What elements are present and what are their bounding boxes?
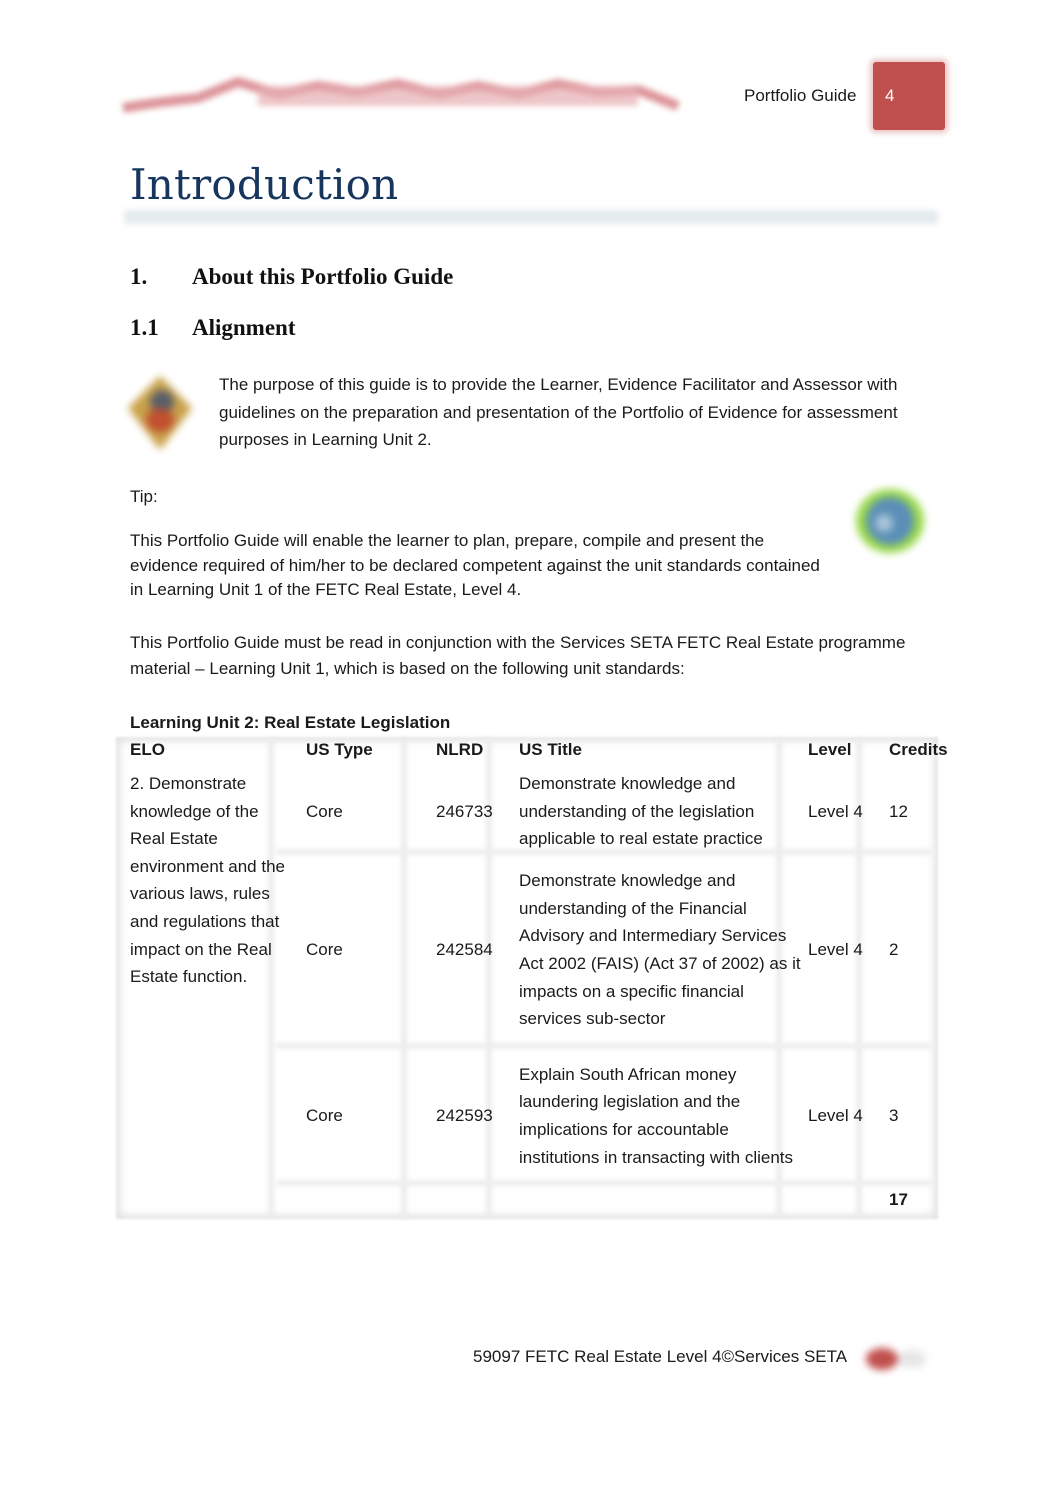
elo-cell: 2. Demonstrate knowledge of the Real Est… bbox=[130, 774, 285, 987]
unit-standards-table: ELO US Type NLRD US Title Level Credits … bbox=[116, 740, 959, 1215]
footer-text: 59097 FETC Real Estate Level 4©Services … bbox=[473, 1347, 848, 1366]
table-caption: Learning Unit 2: Real Estate Legislation bbox=[130, 713, 451, 732]
us-title-cell: Demonstrate knowledge and understanding … bbox=[519, 774, 763, 849]
page-number-badge: 4 bbox=[873, 62, 945, 130]
header-us-title: US Title bbox=[519, 740, 582, 759]
header-level: Level bbox=[808, 740, 852, 759]
us-type-cell: Core bbox=[306, 940, 343, 960]
credits-cell: 3 bbox=[889, 1106, 899, 1126]
services-seta-logo-banner bbox=[118, 72, 690, 120]
footer-logo-mark bbox=[862, 1345, 932, 1373]
title-underline-divider bbox=[124, 210, 938, 224]
heading-number: 1.1 bbox=[130, 315, 159, 340]
conjunction-paragraph: This Portfolio Guide must be read in con… bbox=[130, 633, 906, 678]
heading-text: Alignment bbox=[192, 315, 296, 340]
globe-icon bbox=[850, 485, 930, 557]
crest-icon bbox=[116, 368, 204, 456]
tip-label: Tip: bbox=[130, 487, 158, 506]
heading-number: 1. bbox=[130, 264, 148, 289]
header-nlrd: NLRD bbox=[436, 740, 484, 759]
header-credits: Credits bbox=[889, 740, 948, 759]
nlrd-cell: 246733 bbox=[436, 801, 493, 821]
heading-text: About this Portfolio Guide bbox=[192, 264, 454, 289]
section-title: Introduction bbox=[130, 160, 399, 209]
credits-cell: 2 bbox=[889, 940, 899, 960]
credits-cell: 12 bbox=[889, 801, 908, 821]
level-cell: Level 4 bbox=[808, 940, 863, 960]
us-title-cell: Demonstrate knowledge and understanding … bbox=[519, 871, 801, 1029]
heading-about-portfolio-guide: 1. About this Portfolio Guide bbox=[130, 264, 453, 290]
nlrd-cell: 242593 bbox=[436, 1106, 493, 1126]
nlrd-cell: 242584 bbox=[436, 940, 493, 960]
level-cell: Level 4 bbox=[808, 801, 863, 821]
header-elo: ELO bbox=[130, 740, 165, 759]
enable-paragraph: This Portfolio Guide will enable the lea… bbox=[130, 531, 820, 599]
table-row: 2. Demonstrate knowledge of the Real Est… bbox=[116, 770, 959, 986]
page-number: 4 bbox=[885, 86, 895, 105]
header-us-type: US Type bbox=[306, 740, 373, 759]
table-header-row: ELO US Type NLRD US Title Level Credits bbox=[116, 740, 959, 770]
purpose-paragraph: The purpose of this guide is to provide … bbox=[219, 375, 898, 449]
total-credits-cell: 17 bbox=[889, 1190, 908, 1210]
us-type-cell: Core bbox=[306, 801, 343, 821]
us-type-cell: Core bbox=[306, 1106, 343, 1126]
heading-alignment: 1.1 Alignment bbox=[130, 315, 296, 341]
level-cell: Level 4 bbox=[808, 1106, 863, 1126]
us-title-cell: Explain South African money laundering l… bbox=[519, 1064, 794, 1167]
header-title: Portfolio Guide bbox=[744, 86, 857, 105]
